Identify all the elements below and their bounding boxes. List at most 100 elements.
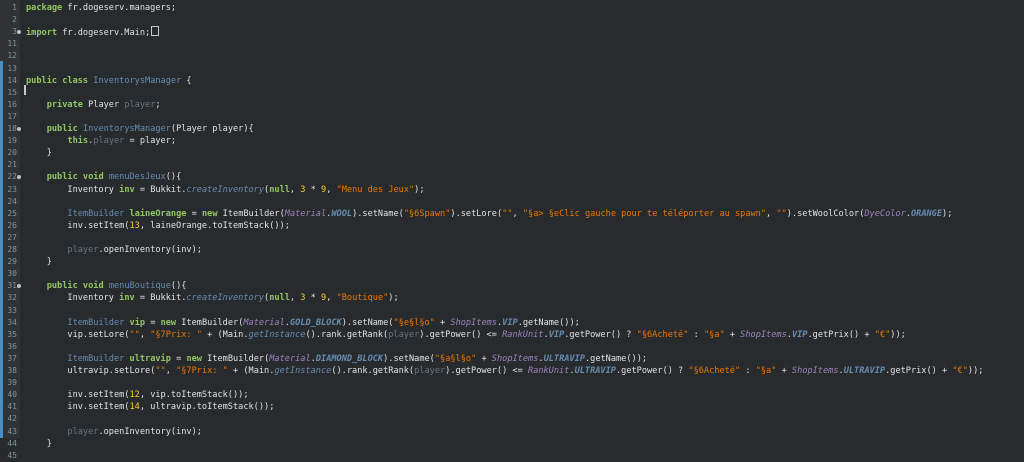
code-token: public class: [26, 75, 89, 86]
code-line[interactable]: 23 Inventory inv = Bukkit.createInventor…: [0, 184, 1024, 196]
code-line[interactable]: 17: [0, 111, 1024, 123]
code-line[interactable]: 2: [0, 14, 1024, 26]
code-line[interactable]: 40 inv.setItem(12, vip.toItemStack());: [0, 389, 1024, 401]
fold-toggle-icon[interactable]: [17, 284, 21, 289]
code-line[interactable]: 30: [0, 268, 1024, 280]
code-token: :: [740, 366, 756, 376]
code-token: player: [124, 99, 156, 110]
line-number: 37: [7, 353, 17, 363]
code-line[interactable]: 12: [0, 50, 1024, 62]
line-number: 16: [7, 99, 17, 109]
code-line[interactable]: 29 }: [0, 256, 1024, 268]
code-text: player.openInventory(inv);: [26, 426, 202, 438]
code-token: :: [688, 329, 704, 340]
line-number: 1: [12, 3, 17, 12]
line-number: 42: [7, 414, 17, 424]
code-token: Inventory: [26, 293, 120, 304]
code-line[interactable]: 16 private Player player;: [0, 99, 1024, 111]
code-token: RankUnit: [502, 329, 544, 340]
code-line[interactable]: 19 this.player = player;: [0, 135, 1024, 147]
code-editor[interactable]: 1 package fr.dogeserv.managers; 2 3 import f…: [0, 0, 1024, 460]
code-token: Inventory: [26, 184, 120, 195]
code-token: "§6Acheté": [688, 366, 741, 376]
code-line[interactable]: 43 player.openInventory(inv);: [0, 426, 1024, 438]
code-line[interactable]: 31 public void menuBoutique(){: [0, 280, 1024, 292]
line-number: 31: [7, 281, 17, 291]
code-token: (){: [170, 281, 187, 292]
code-token: ShopItems: [740, 329, 787, 340]
code-line[interactable]: 41 inv.setItem(14, ultravip.toItemStack(…: [0, 401, 1024, 413]
code-token: player: [388, 329, 420, 340]
code-line[interactable]: 11: [0, 38, 1024, 50]
code-line[interactable]: 25 ItemBuilder laineOrange = new ItemBui…: [0, 208, 1024, 220]
collapsed-imports-icon[interactable]: [151, 26, 160, 37]
code-line[interactable]: 13: [0, 63, 1024, 75]
code-line[interactable]: 18 public InventorysManager(Player playe…: [0, 123, 1024, 135]
code-line[interactable]: 15: [0, 87, 1024, 99]
code-token: }: [26, 438, 52, 449]
code-token: .getPrix() +: [807, 329, 875, 340]
code-line[interactable]: 37 ItemBuilder ultravip = new ItemBuilde…: [0, 353, 1024, 365]
code-line[interactable]: 1 package fr.dogeserv.managers;: [0, 2, 1024, 14]
code-line[interactable]: 39: [0, 377, 1024, 389]
code-line[interactable]: 33: [0, 305, 1024, 317]
code-text: Inventory inv = Bukkit.createInventory(n…: [26, 184, 424, 196]
code-token: new: [186, 353, 202, 364]
code-token: fr.dogeserv.Main;: [57, 28, 151, 39]
code-text: Inventory inv = Bukkit.createInventory(n…: [26, 292, 398, 304]
code-token: ,: [326, 293, 337, 304]
fold-toggle-icon[interactable]: [17, 127, 21, 131]
fold-toggle-icon[interactable]: [17, 30, 21, 35]
code-text: this.player = player;: [26, 135, 176, 147]
code-line[interactable]: 14 public class InventorysManager {: [0, 75, 1024, 87]
code-token: ORANGE: [910, 208, 943, 219]
line-number: 36: [7, 341, 17, 351]
code-token: InventorysManager: [93, 75, 182, 86]
code-token: "§7Prix: ": [176, 366, 228, 376]
code-token: {: [181, 75, 192, 86]
code-line[interactable]: 20 }: [0, 147, 1024, 159]
code-token: player: [67, 426, 99, 437]
code-token: ,: [289, 184, 301, 195]
code-token: ,: [289, 293, 301, 304]
code-line[interactable]: 27: [0, 232, 1024, 244]
code-text: public class InventorysManager {: [26, 75, 192, 87]
code-line[interactable]: 42: [0, 413, 1024, 425]
code-token: .openInventory(inv);: [98, 245, 202, 255]
code-token: VIP: [791, 329, 808, 340]
code-token: = Bukkit.: [134, 293, 187, 304]
line-number: 24: [7, 196, 17, 206]
code-token: ItemBuilder: [67, 317, 125, 328]
code-line[interactable]: 45: [0, 450, 1024, 462]
code-line[interactable]: 36: [0, 341, 1024, 353]
code-line[interactable]: 21: [0, 159, 1024, 171]
line-number: 34: [7, 317, 17, 327]
line-number: 20: [7, 148, 17, 158]
code-line[interactable]: 22 public void menuDesJeux(){: [0, 171, 1024, 183]
code-token: "§7Prix: ": [150, 329, 202, 340]
fold-toggle-icon[interactable]: [17, 175, 21, 180]
line-number: 25: [7, 208, 17, 218]
code-token: inv: [119, 293, 135, 304]
code-line[interactable]: 34 ItemBuilder vip = new ItemBuilder(Mat…: [0, 317, 1024, 329]
code-line[interactable]: 24: [0, 196, 1024, 208]
code-token: .getPrix() +: [885, 366, 953, 376]
code-token: ULTRAVIP: [843, 366, 886, 376]
code-line[interactable]: 32 Inventory inv = Bukkit.createInventor…: [0, 292, 1024, 304]
code-line[interactable]: 26 inv.setItem(13, laineOrange.toItemSta…: [0, 220, 1024, 232]
code-token: "": [129, 329, 140, 340]
code-line[interactable]: 28 player.openInventory(inv);: [0, 244, 1024, 256]
code-text: public void menuBoutique(){: [26, 280, 187, 292]
code-line[interactable]: 35 vip.setLore("", "§7Prix: " + (Main.ge…: [0, 329, 1024, 341]
code-token: ItemBuilder(: [217, 208, 285, 219]
code-line[interactable]: 3 import fr.dogeserv.Main;: [0, 26, 1024, 38]
code-line[interactable]: 38 ultravip.setLore("", "§7Prix: " + (Ma…: [0, 365, 1024, 377]
line-number: 23: [7, 184, 17, 194]
code-line[interactable]: 44 }: [0, 438, 1024, 450]
code-token: package: [26, 3, 63, 13]
code-token: getInstance: [248, 329, 306, 340]
code-token: }: [26, 148, 52, 159]
code-token: (Player player){: [170, 124, 254, 134]
